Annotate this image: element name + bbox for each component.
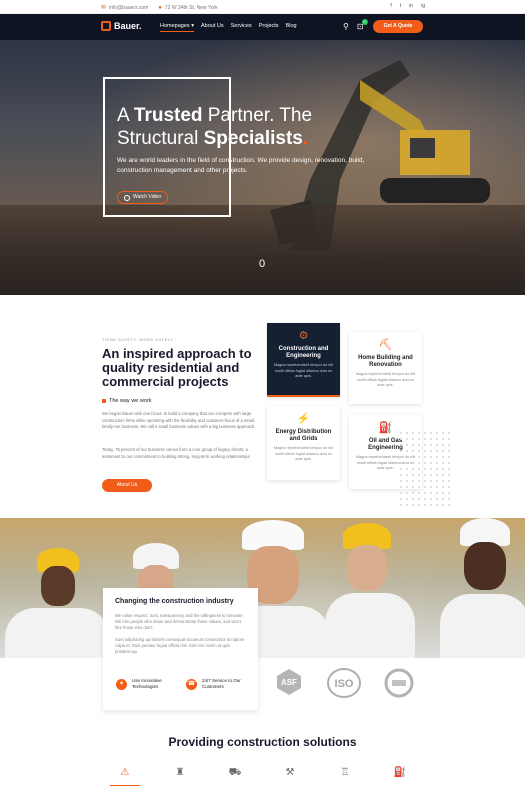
distribution-solution-icon[interactable]: ♖ [338, 767, 352, 781]
logo-text: Bauer. [114, 21, 142, 31]
hero-subtitle: We are world leaders in the field of con… [117, 157, 365, 174]
crane-icon: ⛏ [378, 339, 393, 351]
email-contact[interactable]: ✉ info@bauerx.com [101, 4, 148, 11]
square-bullet-icon [102, 399, 106, 403]
about-us-button[interactable]: About Us [102, 479, 152, 492]
about-paragraph-2: Today, 75 percent of our business comes … [102, 447, 251, 459]
instagram-icon[interactable]: ig [421, 3, 425, 9]
feature-innovative-tech: ✦ Use Innovative Technologies [116, 678, 177, 690]
iso-badge-logo: ISO [327, 668, 361, 698]
watch-video-button[interactable]: Watch Video [117, 191, 169, 204]
asf-badge-logo: ASF [275, 668, 303, 696]
solutions-title: Providing construction solutions [168, 735, 357, 749]
get-quote-button[interactable]: Get A Quote [373, 20, 423, 33]
nav-projects[interactable]: Projects [259, 23, 279, 32]
nav-services[interactable]: Services [231, 23, 252, 32]
maintenance-solution-icon[interactable]: ⚒ [283, 767, 297, 781]
service-card-home-building[interactable]: ⛏ Home Building and Renovation Magna rep… [349, 332, 422, 404]
industrial-solution-icon[interactable]: ♜ [173, 767, 187, 781]
svg-text:ISO: ISO [335, 678, 354, 690]
twitter-icon[interactable]: t [400, 3, 401, 9]
headset-icon: ☎ [186, 678, 197, 690]
active-solution-underline [110, 785, 140, 786]
svg-text:ASF: ASF [281, 678, 297, 687]
engineering-solution-icon[interactable]: ⛟ [228, 767, 242, 781]
about-title: An inspired approach to quality resident… [102, 346, 252, 389]
location-pin-icon: ● [158, 4, 162, 11]
change-paragraph-2: Sunt adipisicing qui laboris consequat o… [115, 636, 245, 655]
play-icon [124, 194, 130, 201]
way-we-work-heading: The way we work [102, 398, 152, 404]
construction-solution-icon[interactable]: ⚠ [118, 767, 132, 781]
cart-count-badge: 0 [361, 19, 368, 25]
about-eyebrow: THINK SAFETY. WORK SAFELY. [102, 337, 175, 342]
address-contact: ● 72 W 34th St, New York [158, 4, 218, 11]
lightbulb-icon: ✦ [116, 678, 127, 690]
change-paragraph-1: We value respect, trust, transparency an… [115, 613, 244, 631]
workers-image [0, 518, 525, 658]
gear-icon: ⚙ [298, 330, 309, 342]
change-title: Changing the construction industry [115, 598, 234, 605]
facebook-icon[interactable]: f [390, 3, 391, 9]
nav-about-us[interactable]: About Us [201, 23, 224, 32]
about-paragraph-1: We began Bauer with one focus: to build … [102, 411, 256, 429]
hero-section: A Trusted Partner. The Structural Specia… [0, 40, 525, 295]
logo[interactable]: Bauer. [101, 21, 142, 31]
nav-blog[interactable]: Blog [286, 23, 297, 32]
nav-homepages[interactable]: Homepages ▾ [160, 23, 194, 32]
logo-mark-icon [101, 21, 111, 31]
main-header: Bauer. Homepages ▾ About Us Services Pro… [0, 14, 525, 40]
search-icon[interactable]: ⚲ [343, 22, 349, 31]
cart-icon[interactable]: ⊡ 0 [357, 19, 368, 31]
service-card-energy[interactable]: ⚡ Energy Distribution and Grids Magna re… [267, 406, 340, 480]
slider-indicator[interactable]: 0 [259, 258, 265, 270]
linkedin-icon[interactable]: in [409, 3, 413, 9]
certified-badge-logo [384, 668, 414, 698]
power-tower-icon: ⚡ [296, 413, 311, 425]
mail-icon: ✉ [101, 5, 107, 11]
main-nav: Homepages ▾ About Us Services Projects B… [160, 23, 297, 32]
petroleum-solution-icon[interactable]: ⛽ [393, 767, 407, 781]
hero-title: A Trusted Partner. The Structural Specia… [117, 105, 313, 149]
top-bar: ✉ info@bauerx.com ● 72 W 34th St, New York… [0, 0, 525, 14]
service-card-construction[interactable]: ⚙ Construction and Engineering Magna rep… [267, 323, 340, 397]
change-industry-card: Changing the construction industry We va… [103, 588, 258, 710]
dot-pattern [398, 430, 452, 510]
feature-24-7-service: ☎ 24/7 Service to Our Customers [186, 678, 241, 690]
